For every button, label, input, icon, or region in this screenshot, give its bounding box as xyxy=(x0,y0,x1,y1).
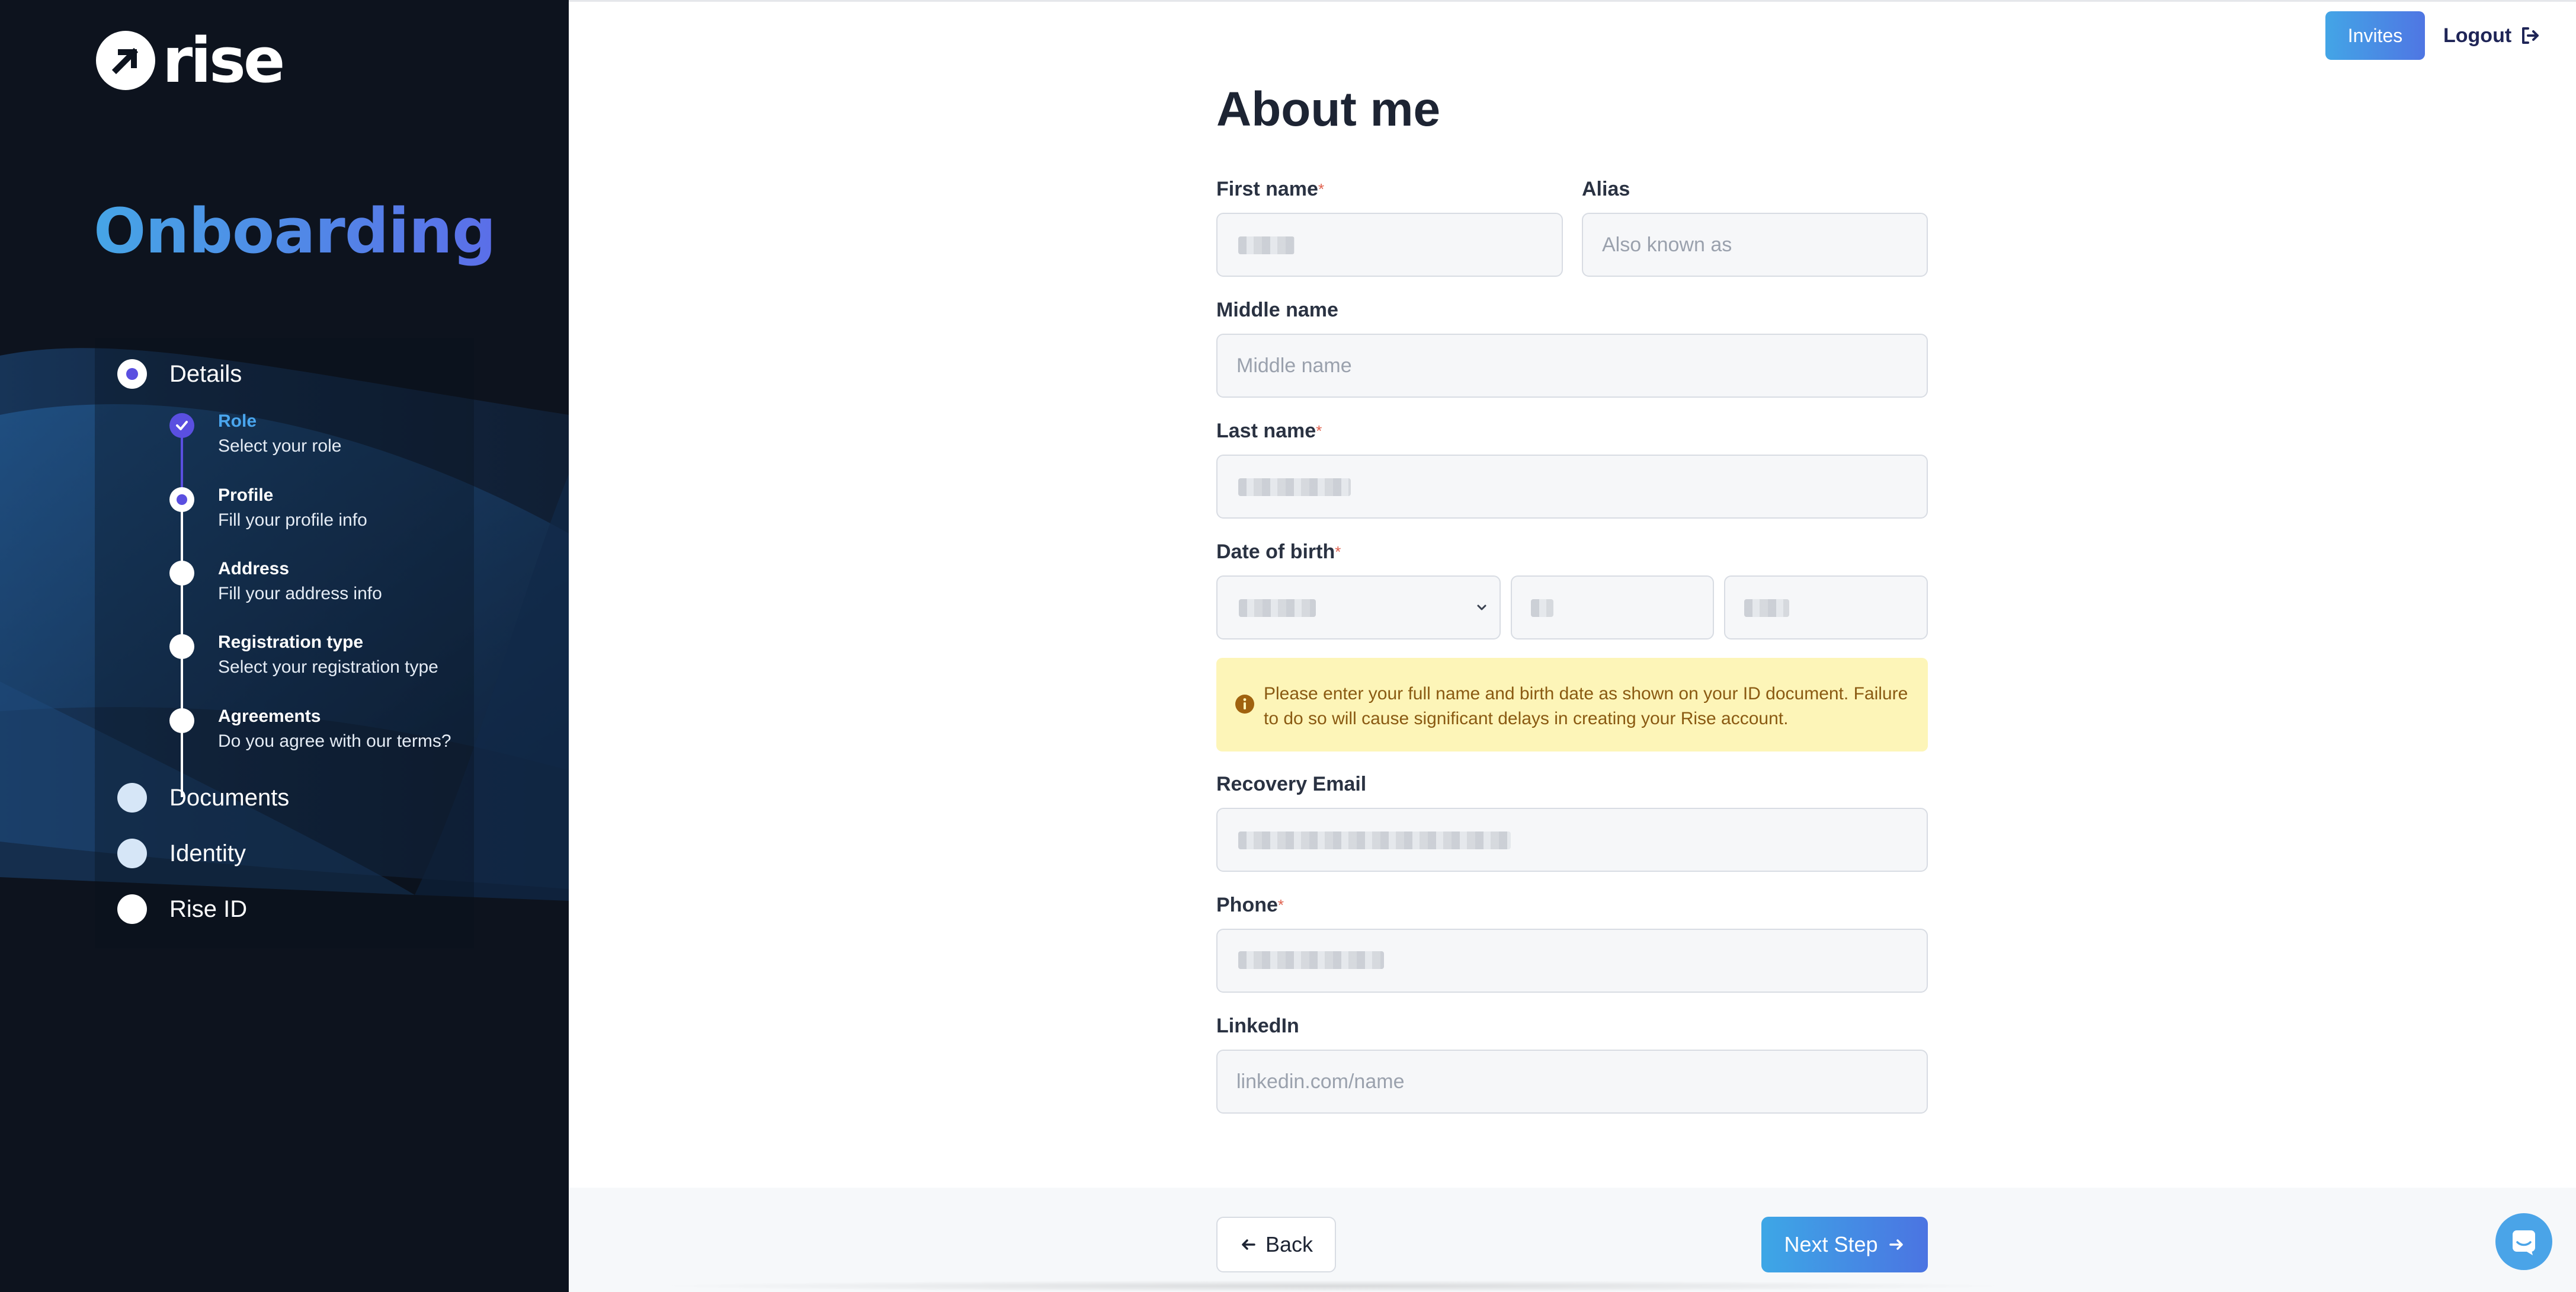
logout-label: Logout xyxy=(2443,24,2512,47)
step-rise-id[interactable]: Rise ID xyxy=(117,894,247,924)
phone-label-text: Phone xyxy=(1216,894,1278,916)
sidebar: rise Onboarding Details Role Select your… xyxy=(0,0,569,1292)
step-label: Details xyxy=(169,361,242,387)
alias-input[interactable] xyxy=(1582,213,1928,277)
step-details[interactable]: Details xyxy=(117,359,242,389)
page-title: About me xyxy=(1216,82,1441,136)
step-label: Documents xyxy=(169,785,290,811)
rise-logo[interactable]: rise xyxy=(96,24,285,97)
phone-label: Phone* xyxy=(1216,893,1284,917)
next-step-label: Next Step xyxy=(1784,1232,1878,1256)
substep-title: Agreements xyxy=(218,706,321,726)
recovery-email-label: Recovery Email xyxy=(1216,773,1367,795)
middle-name-label: Middle name xyxy=(1216,299,1338,321)
arrow-right-icon xyxy=(1889,1239,1903,1250)
sidebar-title: Onboarding xyxy=(94,193,496,270)
check-icon xyxy=(169,413,194,438)
step-identity[interactable]: Identity xyxy=(117,839,246,868)
pending-step-icon xyxy=(117,839,147,868)
form-footer xyxy=(569,1188,2576,1292)
step-label: Rise ID xyxy=(169,896,248,922)
substep-title: Role xyxy=(218,411,257,431)
substep-subtitle: Fill your address info xyxy=(218,584,382,603)
required-mark: * xyxy=(1316,422,1322,440)
middle-name-input[interactable] xyxy=(1216,334,1928,398)
first-name-label: First name* xyxy=(1216,177,1324,202)
footer-shadow xyxy=(652,1280,2014,1292)
substep-subtitle: Select your registration type xyxy=(218,657,438,677)
arrow-left-icon xyxy=(1242,1239,1255,1250)
pending-step-icon xyxy=(169,634,194,659)
next-step-button[interactable]: Next Step xyxy=(1761,1217,1928,1272)
pending-step-icon xyxy=(169,708,194,733)
required-mark: * xyxy=(1277,896,1284,914)
redacted-day xyxy=(1531,599,1553,617)
pending-step-icon xyxy=(117,894,147,924)
redacted-first-name xyxy=(1238,236,1295,254)
chevron-down-icon xyxy=(1477,605,1486,610)
substep-title: Address xyxy=(218,559,290,578)
id-notice-banner: Please enter your full name and birth da… xyxy=(1216,658,1928,751)
back-label: Back xyxy=(1265,1232,1313,1256)
redacted-email xyxy=(1238,832,1511,849)
last-name-label-text: Last name xyxy=(1216,420,1316,442)
back-button[interactable]: Back xyxy=(1216,1217,1336,1272)
required-mark: * xyxy=(1318,180,1325,198)
support-chat-button[interactable] xyxy=(2495,1213,2552,1270)
last-name-label: Last name* xyxy=(1216,418,1322,443)
dob-label: Date of birth* xyxy=(1216,539,1341,564)
pending-step-icon xyxy=(117,783,147,813)
substep-title: Profile xyxy=(218,485,274,505)
top-divider xyxy=(569,0,2576,2)
id-notice-text: Please enter your full name and birth da… xyxy=(1264,684,1908,728)
rise-logo-text: rise xyxy=(162,24,285,97)
substep-subtitle: Do you agree with our terms? xyxy=(218,731,451,751)
first-name-label-text: First name xyxy=(1216,178,1318,200)
current-step-icon xyxy=(169,487,194,512)
linkedin-label: LinkedIn xyxy=(1216,1015,1299,1037)
dob-year-input[interactable] xyxy=(1724,575,1928,639)
redacted-month xyxy=(1239,599,1316,617)
dob-label-text: Date of birth xyxy=(1216,541,1335,563)
dob-month-select[interactable] xyxy=(1216,575,1501,639)
invites-button[interactable]: Invites xyxy=(2325,11,2425,60)
chat-icon xyxy=(2513,1230,2535,1255)
info-icon xyxy=(1235,695,1254,714)
substep-title: Registration type xyxy=(218,632,364,652)
redacted-year xyxy=(1744,599,1789,617)
step-active-icon xyxy=(117,359,147,389)
alias-label: Alias xyxy=(1582,178,1630,200)
step-documents[interactable]: Documents xyxy=(117,783,289,813)
dob-day-input[interactable] xyxy=(1511,575,1714,639)
pending-step-icon xyxy=(169,561,194,586)
required-mark: * xyxy=(1335,543,1341,561)
step-label: Identity xyxy=(169,840,246,866)
redacted-phone xyxy=(1238,951,1384,969)
logout-icon xyxy=(2522,27,2539,44)
substep-subtitle: Fill your profile info xyxy=(218,510,367,530)
logout-button[interactable]: Logout xyxy=(2443,18,2541,53)
substep-subtitle: Select your role xyxy=(218,436,342,456)
linkedin-input[interactable] xyxy=(1216,1050,1928,1114)
rise-logo-icon xyxy=(96,31,155,90)
redacted-last-name xyxy=(1238,478,1351,496)
